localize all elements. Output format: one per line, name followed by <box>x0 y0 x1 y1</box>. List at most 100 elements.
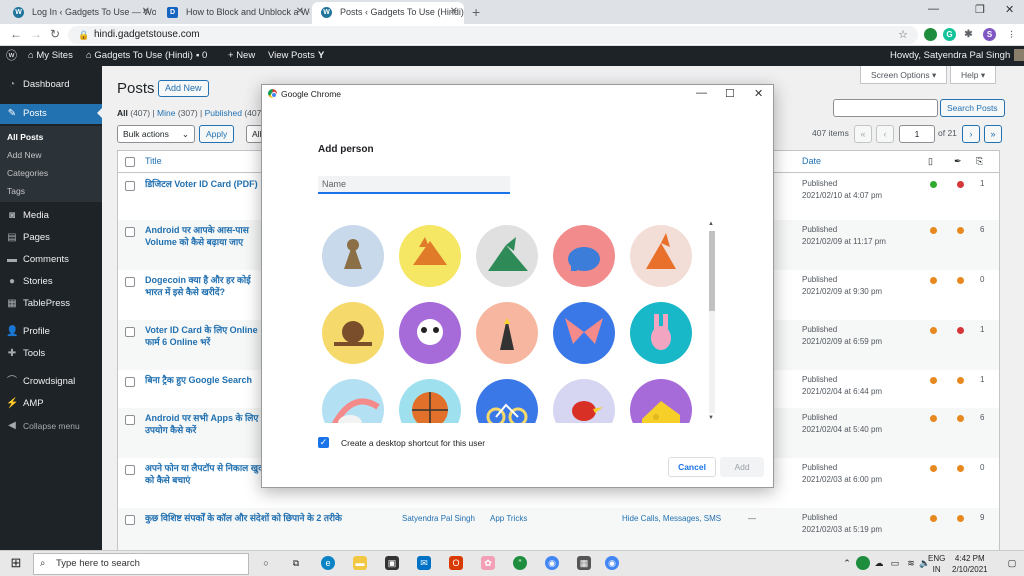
paint-icon[interactable]: ✿ <box>481 556 495 570</box>
row-checkbox[interactable] <box>125 181 135 191</box>
sidebar-item-amp[interactable]: ⚡ AMP <box>0 395 102 413</box>
submenu-add-new[interactable]: Add New <box>7 147 42 163</box>
battery-icon[interactable]: ▭ <box>888 556 902 570</box>
post-title-link[interactable]: Android पर सभी Apps के लिए उपयोग कैसे कर… <box>145 412 270 436</box>
avatar-scrollbar[interactable]: ▲ ▼ <box>707 221 717 423</box>
name-input[interactable]: Name <box>318 176 510 194</box>
close-tab-icon[interactable]: ✕ <box>450 2 458 22</box>
post-title-link[interactable]: बिना ट्रैक हुए Google Search <box>145 374 270 386</box>
panda-avatar[interactable] <box>399 302 461 364</box>
add-button[interactable]: Add <box>720 457 764 477</box>
filter-mine[interactable]: Mine <box>157 108 175 118</box>
new-tab-icon[interactable]: + <box>472 4 480 20</box>
address-bar[interactable]: 🔒 hindi.gadgetstouse.com ☆ <box>68 26 918 44</box>
grammarly-icon[interactable]: G <box>943 28 956 41</box>
post-title-link[interactable]: Voter ID Card के लिए Online फार्म 6 Onli… <box>145 324 270 348</box>
desktop-shortcut-checkbox[interactable]: ✓ <box>318 437 329 448</box>
first-page-button[interactable]: « <box>854 125 872 143</box>
post-title-link[interactable]: कुछ विशिष्ट संपर्कों के कॉल और संदेशों क… <box>145 512 385 524</box>
hangouts-icon[interactable]: " <box>513 556 527 570</box>
mail-icon[interactable]: ✉ <box>417 556 431 570</box>
bulk-actions-select[interactable]: Bulk actions ⌄ <box>117 125 195 143</box>
column-title[interactable]: Title <box>145 156 162 166</box>
post-title-link[interactable]: अपने फोन या लैपटॉप से निकाल खुद को कैसे … <box>145 462 270 486</box>
sidebar-item-comments[interactable]: ▬ Comments <box>0 251 102 269</box>
wordpress-logo-icon[interactable]: ⓦ <box>6 46 17 66</box>
bird-avatar[interactable] <box>553 379 615 423</box>
dialog-minimize-icon[interactable]: — <box>696 87 707 99</box>
sidebar-collapse-menu[interactable]: ◀ Collapse menu <box>0 417 102 435</box>
penguin-avatar[interactable] <box>476 302 538 364</box>
sidebar-item-dashboard[interactable]: ◔ Dashboard <box>0 76 102 94</box>
bike-avatar[interactable] <box>476 379 538 423</box>
sidebar-item-stories[interactable]: ● Stories <box>0 273 102 291</box>
submenu-tags[interactable]: Tags <box>7 183 25 199</box>
sidebar-item-tablepress[interactable]: ▦ TablePress <box>0 295 102 313</box>
dialog-close-icon[interactable]: ✕ <box>754 87 763 100</box>
tray-app-icon[interactable] <box>856 556 870 570</box>
butterfly-avatar[interactable] <box>553 302 615 364</box>
sidebar-item-pages[interactable]: ▤ Pages <box>0 229 102 247</box>
unicorn-avatar[interactable] <box>322 379 384 423</box>
howdy-user[interactable]: Howdy, Satyendra Pal Singh <box>890 46 1024 66</box>
sidebar-item-media[interactable]: ◙ Media <box>0 207 102 225</box>
tab-posts[interactable]: W Posts ‹ Gadgets To Use (Hindi) — WordP… <box>312 2 464 24</box>
bookmark-star-icon[interactable]: ☆ <box>898 26 908 44</box>
scroll-down-icon[interactable]: ▼ <box>708 415 714 421</box>
tray-chevron-icon[interactable]: ⌃ <box>840 556 854 570</box>
search-posts-button[interactable]: Search Posts <box>940 99 1005 117</box>
row-checkbox[interactable] <box>125 277 135 287</box>
rabbit-avatar[interactable] <box>630 302 692 364</box>
menu-dots-icon[interactable]: ⋮ <box>1005 28 1018 41</box>
puzzle-icon[interactable]: ✱ <box>962 28 975 41</box>
extension-icon[interactable] <box>924 28 937 41</box>
minimize-icon[interactable]: — <box>928 3 939 15</box>
close-tab-icon[interactable]: ✕ <box>142 2 150 22</box>
chrome-taskbar-icon[interactable]: ◉ <box>545 556 559 570</box>
office-icon[interactable]: O <box>449 556 463 570</box>
store-icon[interactable]: ▣ <box>385 556 399 570</box>
screen-options-button[interactable]: Screen Options ▾ <box>860 66 948 84</box>
task-view-icon[interactable]: ⧉ <box>289 556 303 570</box>
row-checkbox[interactable] <box>125 377 135 387</box>
cortana-icon[interactable]: ○ <box>259 556 273 570</box>
back-icon[interactable]: ← <box>10 27 22 41</box>
reload-icon[interactable]: ↻ <box>50 27 60 41</box>
cheese-avatar[interactable] <box>630 379 692 423</box>
prev-page-button[interactable]: ‹ <box>876 125 894 143</box>
post-author[interactable]: Satyendra Pal Singh <box>402 514 475 523</box>
clock[interactable]: 4:42 PM 2/10/2021 <box>952 553 988 575</box>
next-page-button[interactable]: › <box>962 125 980 143</box>
post-title-link[interactable]: Dogecoin क्या है और हर कोई भारत में इसे … <box>145 274 270 298</box>
cancel-button[interactable]: Cancel <box>668 457 716 477</box>
forward-icon[interactable]: → <box>30 27 42 41</box>
windows-start-icon[interactable]: ⊞ <box>9 556 23 570</box>
language-indicator[interactable]: ENG IN <box>928 553 945 575</box>
app-icon[interactable]: ▦ <box>577 556 591 570</box>
post-tags[interactable]: Hide Calls, Messages, SMS <box>622 514 721 523</box>
sidebar-item-profile[interactable]: 👤 Profile <box>0 323 102 341</box>
select-all-checkbox[interactable] <box>125 157 135 167</box>
taskbar-search-input[interactable]: ⌕ Type here to search <box>33 553 249 575</box>
sidebar-item-posts[interactable]: ✎ Posts <box>0 104 102 124</box>
profile-avatar[interactable]: S <box>983 28 996 41</box>
maximize-icon[interactable]: ❐ <box>975 3 985 16</box>
search-posts-input[interactable] <box>833 99 938 117</box>
my-sites-link[interactable]: ⌂ My Sites <box>28 46 73 66</box>
wifi-icon[interactable]: ≋ <box>904 556 918 570</box>
current-page-input[interactable]: 1 <box>899 125 935 143</box>
dragon-avatar[interactable] <box>476 225 538 287</box>
fox-origami-avatar[interactable] <box>630 225 692 287</box>
row-checkbox[interactable] <box>125 227 135 237</box>
notifications-icon[interactable]: ▢ <box>1005 556 1019 570</box>
cat-avatar[interactable] <box>322 225 384 287</box>
tab-login[interactable]: W Log In ‹ Gadgets To Use — WordPress ✕ <box>4 2 156 24</box>
row-checkbox[interactable] <box>125 465 135 475</box>
post-title-link[interactable]: डिजिटल Voter ID Card (PDF) <box>145 178 270 190</box>
file-explorer-icon[interactable]: ▬ <box>353 556 367 570</box>
close-tab-icon[interactable]: ✕ <box>296 2 304 22</box>
filter-all[interactable]: All <box>117 108 128 118</box>
comments-link[interactable]: ▪ 0 <box>196 46 207 66</box>
new-content-link[interactable]: + New <box>228 46 255 66</box>
tab-block-unblock[interactable]: D How to Block and Unblock a Website ✕ <box>158 2 310 24</box>
